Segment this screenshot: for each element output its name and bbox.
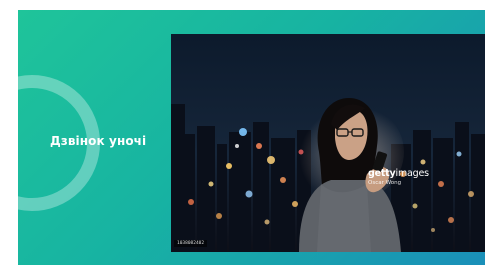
slide-photo[interactable]: gettyimages Oscar Wong 1038082402 [171,34,485,252]
watermark-brand-suffix: images [395,168,430,179]
slide-canvas: Дзвінок уночі gettyimages Oscar Wong 103… [18,10,485,265]
image-id-badge: 1038082402 [174,240,208,247]
getty-watermark: gettyimages Oscar Wong [368,168,429,186]
photo-night-city [171,34,485,252]
slide-title: Дзвінок уночі [50,134,147,148]
watermark-brand: getty [368,168,396,179]
watermark-credit: Oscar Wong [368,180,402,186]
